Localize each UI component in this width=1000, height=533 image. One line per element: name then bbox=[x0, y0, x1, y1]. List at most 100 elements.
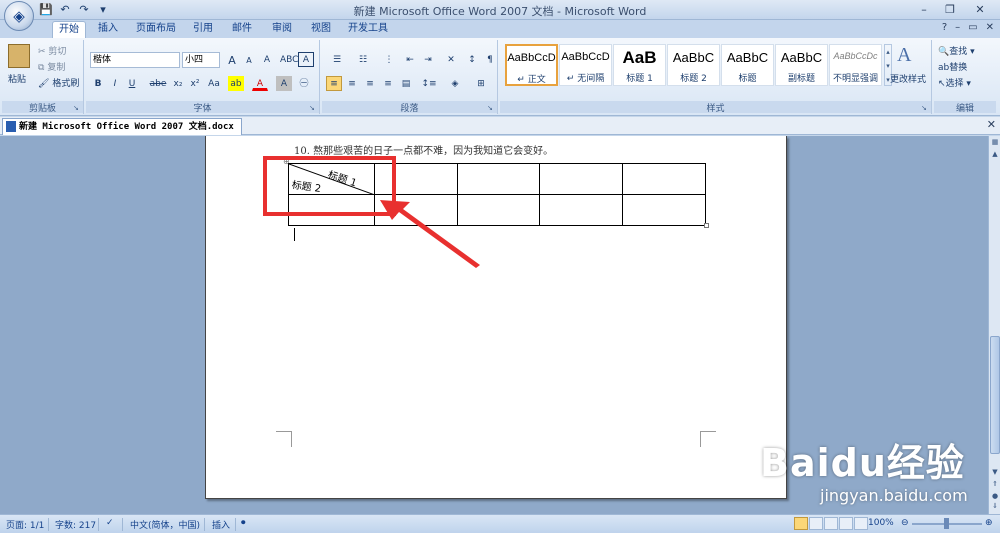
format-painter-button[interactable]: 🖌 格式刷 bbox=[38, 76, 79, 89]
sort-icon[interactable]: ↕ bbox=[464, 52, 480, 67]
font-color-icon[interactable]: A bbox=[252, 76, 268, 91]
style-normal[interactable]: AaBbCcD ↵ 正文 bbox=[505, 44, 558, 86]
table-cell[interactable] bbox=[539, 194, 624, 226]
document-tab[interactable]: 新建 Microsoft Office Word 2007 文档.docx * bbox=[2, 118, 242, 148]
dialog-launcher-icon[interactable]: ↘ bbox=[73, 104, 81, 112]
align-center-icon[interactable]: ≡ bbox=[344, 76, 360, 91]
scroll-down-icon[interactable]: ▼ bbox=[990, 468, 1000, 479]
change-styles-button[interactable]: 更改样式 bbox=[890, 72, 926, 85]
restore-button[interactable]: ❐ bbox=[938, 1, 962, 18]
superscript-button[interactable]: x² bbox=[187, 76, 203, 91]
shrink-font-icon[interactable]: A bbox=[241, 52, 257, 67]
subscript-button[interactable]: x₂ bbox=[170, 76, 186, 91]
bold-button[interactable]: B bbox=[90, 76, 106, 91]
change-case-button[interactable]: Aa bbox=[204, 76, 224, 91]
style-title[interactable]: AaBbC 标题 bbox=[721, 44, 774, 86]
show-marks-icon[interactable]: ¶ bbox=[482, 52, 498, 67]
table-cell[interactable] bbox=[622, 194, 706, 226]
paste-icon[interactable] bbox=[8, 44, 30, 68]
next-page-icon[interactable]: ⇓ bbox=[990, 502, 1000, 513]
doc-close-button[interactable]: ✕ bbox=[986, 22, 994, 33]
tab-developer[interactable]: 开发工具 bbox=[343, 21, 393, 38]
tab-insert[interactable]: 插入 bbox=[91, 21, 125, 38]
style-subtle-emphasis[interactable]: AaBbCcDc 不明显强调 bbox=[829, 44, 882, 86]
scroll-thumb[interactable] bbox=[990, 336, 1000, 454]
phonetic-icon[interactable]: ABC bbox=[279, 52, 298, 67]
style-heading-1[interactable]: AaB 标题 1 bbox=[613, 44, 666, 86]
table-cell[interactable] bbox=[622, 163, 706, 195]
draft-view-icon[interactable] bbox=[854, 517, 868, 530]
dialog-launcher-icon[interactable]: ↘ bbox=[487, 104, 495, 112]
doc-restore-button[interactable]: ▭ bbox=[968, 22, 977, 33]
ruler-toggle-icon[interactable]: ▦ bbox=[990, 138, 1000, 149]
zoom-in-icon[interactable]: ⊕ bbox=[985, 518, 993, 528]
borders-icon[interactable]: ⊞ bbox=[470, 76, 492, 91]
justify-icon[interactable]: ≡ bbox=[380, 76, 396, 91]
find-button[interactable]: 🔍查找 ▾ bbox=[938, 44, 975, 57]
style-no-spacing[interactable]: AaBbCcD ↵ 无间隔 bbox=[559, 44, 612, 86]
scroll-up-icon[interactable]: ▲ bbox=[990, 150, 1000, 161]
enclose-char-icon[interactable]: ㊀ bbox=[296, 76, 312, 91]
change-styles-icon[interactable]: A bbox=[897, 44, 911, 67]
macro-record-icon[interactable]: ⏺ bbox=[241, 518, 246, 528]
help-icon[interactable]: ? bbox=[942, 22, 947, 33]
highlight-color-icon[interactable]: ab bbox=[228, 76, 244, 91]
tab-home[interactable]: 开始 bbox=[52, 21, 86, 38]
word-count[interactable]: 字数: 217 bbox=[55, 518, 96, 531]
outline-view-icon[interactable] bbox=[839, 517, 853, 530]
page-count[interactable]: 页面: 1/1 bbox=[6, 518, 44, 531]
style-heading-2[interactable]: AaBbC 标题 2 bbox=[667, 44, 720, 86]
align-left-icon[interactable]: ≡ bbox=[326, 76, 342, 91]
dialog-launcher-icon[interactable]: ↘ bbox=[921, 104, 929, 112]
doc-minimize-button[interactable]: – bbox=[955, 22, 960, 33]
distributed-icon[interactable]: ▤ bbox=[398, 76, 414, 91]
tab-page-layout[interactable]: 页面布局 bbox=[133, 21, 179, 38]
zoom-level[interactable]: 100% bbox=[868, 518, 894, 528]
tab-mailings[interactable]: 邮件 bbox=[225, 21, 259, 38]
tab-review[interactable]: 审阅 bbox=[265, 21, 299, 38]
style-subtitle[interactable]: AaBbC 副标题 bbox=[775, 44, 828, 86]
language-indicator[interactable]: 中文(简体，中国) bbox=[130, 518, 200, 531]
tab-view[interactable]: 视图 bbox=[304, 21, 338, 38]
decrease-indent-icon[interactable]: ⇤ bbox=[402, 52, 418, 67]
increase-indent-icon[interactable]: ⇥ bbox=[420, 52, 436, 67]
shading-icon[interactable]: ◈ bbox=[444, 76, 466, 91]
insert-mode[interactable]: 插入 bbox=[212, 518, 230, 531]
underline-button[interactable]: U bbox=[124, 76, 140, 91]
proofing-icon[interactable]: ✓ bbox=[106, 518, 114, 528]
office-button[interactable]: ◈ bbox=[4, 1, 34, 31]
replace-button[interactable]: ab替换 bbox=[938, 60, 967, 73]
font-size-select[interactable]: 小四 bbox=[182, 52, 220, 68]
paste-button[interactable]: 粘贴 bbox=[8, 72, 26, 85]
strikethrough-button[interactable]: abe bbox=[148, 76, 168, 91]
italic-button[interactable]: I bbox=[107, 76, 123, 91]
zoom-out-icon[interactable]: ⊖ bbox=[901, 518, 909, 528]
grow-font-icon[interactable]: A bbox=[224, 52, 240, 67]
font-name-select[interactable]: 楷体 bbox=[90, 52, 180, 68]
char-shading-icon[interactable]: A bbox=[276, 76, 292, 91]
select-button[interactable]: ↖选择 ▾ bbox=[938, 76, 971, 89]
bullets-icon[interactable]: ☰ bbox=[326, 52, 348, 67]
copy-button[interactable]: ⧉ 复制 bbox=[38, 60, 65, 73]
print-layout-view-icon[interactable] bbox=[794, 517, 808, 530]
line-spacing-icon[interactable]: ↕≡ bbox=[418, 76, 440, 91]
close-button[interactable]: ✕ bbox=[964, 1, 996, 18]
numbering-icon[interactable]: ☷ bbox=[352, 52, 374, 67]
prev-page-icon[interactable]: ⇑ bbox=[990, 480, 1000, 491]
copy-label: 复制 bbox=[47, 63, 66, 73]
minimize-button[interactable]: – bbox=[912, 1, 936, 18]
cut-button[interactable]: ✂ 剪切 bbox=[38, 44, 66, 57]
chinese-layout-icon[interactable]: ✕ bbox=[440, 52, 462, 67]
zoom-slider-thumb[interactable] bbox=[944, 518, 949, 529]
dialog-launcher-icon[interactable]: ↘ bbox=[309, 104, 317, 112]
char-border-icon[interactable]: A bbox=[298, 52, 314, 67]
align-right-icon[interactable]: ≡ bbox=[362, 76, 378, 91]
clear-format-icon[interactable]: A bbox=[259, 52, 275, 67]
full-screen-view-icon[interactable] bbox=[809, 517, 823, 530]
tab-references[interactable]: 引用 bbox=[186, 21, 220, 38]
table-resize-handle[interactable] bbox=[704, 223, 709, 228]
close-tab-icon[interactable]: ✕ bbox=[987, 118, 996, 131]
web-layout-view-icon[interactable] bbox=[824, 517, 838, 530]
table-cell[interactable] bbox=[539, 163, 624, 195]
multilevel-list-icon[interactable]: ⋮ bbox=[378, 52, 400, 67]
